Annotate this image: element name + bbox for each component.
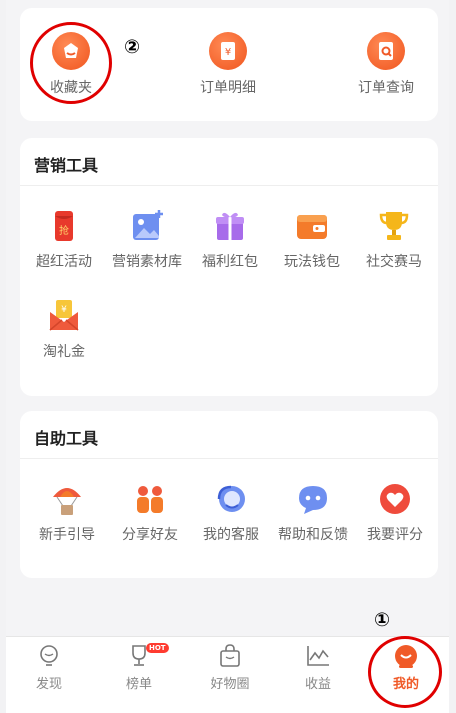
- tool-tao-lijin[interactable]: ¥ 淘礼金: [21, 298, 107, 361]
- gift-icon: [212, 208, 248, 244]
- tool-label: 淘礼金: [43, 344, 85, 360]
- heart-icon: [377, 481, 413, 517]
- tab-good-items[interactable]: 好物圈: [190, 643, 270, 692]
- annotation-circle-mine: [368, 636, 442, 708]
- customer-service-icon: [213, 481, 249, 517]
- tool-help-feedback[interactable]: 帮助和反馈: [270, 481, 356, 544]
- tool-rate-us[interactable]: 我要评分: [352, 481, 438, 544]
- order-search-icon: [367, 32, 405, 70]
- tool-marketing-library[interactable]: 营销素材库: [104, 208, 190, 271]
- tab-rankings[interactable]: HOT 榜单: [99, 643, 179, 692]
- tool-label: 我要评分: [367, 527, 423, 543]
- share-friends-icon: [132, 481, 168, 517]
- screen: 收藏夹 ¥ 订单明细 订单查询 营销工具 抢 超红活动 营销素材库 福利红包 玩…: [6, 0, 449, 713]
- tool-beginner-guide[interactable]: 新手引导: [24, 481, 110, 544]
- wallet-icon: [294, 208, 330, 244]
- svg-text:抢: 抢: [59, 224, 69, 237]
- tool-label: 超红活动: [36, 254, 92, 270]
- order-detail-label: 订单明细: [200, 80, 256, 96]
- tool-play-wallet[interactable]: 玩法钱包: [269, 208, 355, 271]
- tool-label: 玩法钱包: [284, 254, 340, 270]
- tool-label: 福利红包: [202, 254, 258, 270]
- tool-welfare-red-packet[interactable]: 福利红包: [187, 208, 273, 271]
- annotation-circle-favorites: [30, 22, 112, 104]
- bulb-icon: [40, 645, 58, 666]
- tool-label: 社交赛马: [366, 254, 422, 270]
- tab-label: 榜单: [125, 677, 152, 692]
- tool-social-race[interactable]: 社交赛马: [351, 208, 437, 271]
- hot-badge: HOT: [146, 643, 169, 653]
- tool-label: 我的客服: [203, 527, 259, 543]
- tool-label: 营销素材库: [112, 254, 182, 270]
- chat-bubble-icon: [295, 481, 331, 517]
- order-search-button[interactable]: 订单查询: [343, 32, 429, 97]
- tab-label: 发现: [35, 677, 62, 692]
- tool-my-customer-service[interactable]: 我的客服: [188, 481, 274, 544]
- order-detail-icon: ¥: [209, 32, 247, 70]
- tool-chaohong-activity[interactable]: 抢 超红活动: [21, 208, 107, 271]
- self-service-title: 自助工具: [34, 429, 99, 448]
- annotation-number-two: ②: [124, 36, 141, 58]
- self-service-card: 自助工具 新手引导 分享好友 我的客服 帮助和反馈 我要评分: [20, 411, 438, 578]
- line-chart-icon: [307, 646, 329, 666]
- image-add-icon: [129, 208, 165, 244]
- tab-discover[interactable]: 发现: [9, 643, 89, 692]
- tab-label: 收益: [304, 677, 331, 692]
- divider: [20, 185, 438, 186]
- order-search-label: 订单查询: [358, 80, 414, 96]
- svg-text:¥: ¥: [61, 305, 67, 315]
- marketing-tools-title: 营销工具: [34, 156, 99, 175]
- marketing-tools-card: 营销工具 抢 超红活动 营销素材库 福利红包 玩法钱包 社交赛马 ¥ 淘礼金: [20, 138, 438, 396]
- divider: [20, 458, 438, 459]
- annotation-number-one: ①: [374, 609, 391, 631]
- order-detail-button[interactable]: ¥ 订单明细: [185, 32, 271, 97]
- tool-label: 新手引导: [39, 527, 95, 543]
- svg-text:¥: ¥: [225, 47, 231, 58]
- tab-label: 好物圈: [210, 677, 250, 692]
- red-envelope-icon: 抢: [46, 208, 82, 244]
- money-envelope-icon: ¥: [46, 298, 82, 334]
- tool-label: 帮助和反馈: [278, 527, 348, 543]
- tool-share-friends[interactable]: 分享好友: [107, 481, 193, 544]
- trophy-icon: [376, 208, 412, 244]
- tool-label: 分享好友: [122, 527, 178, 543]
- shopping-bag-icon: [220, 644, 240, 667]
- parachute-icon: [49, 481, 85, 517]
- tab-earnings[interactable]: 收益: [278, 643, 358, 692]
